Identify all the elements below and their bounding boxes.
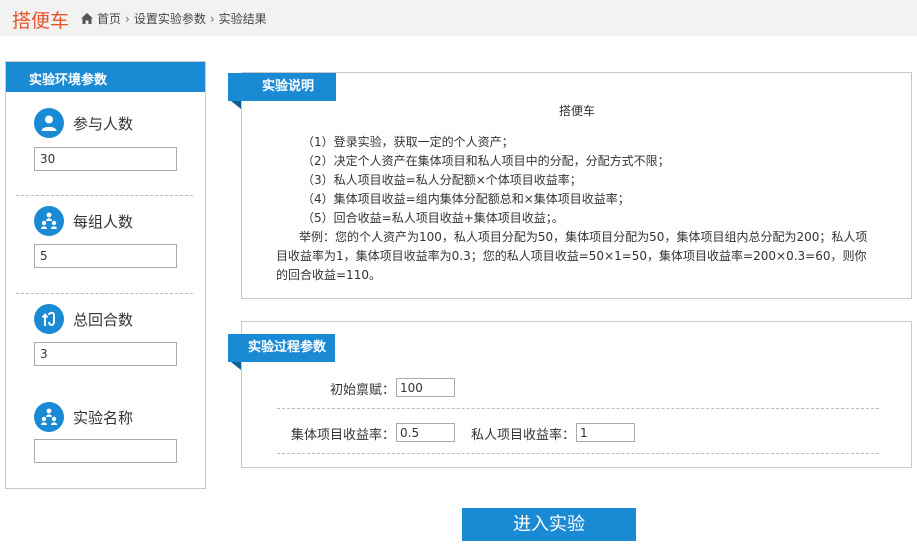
panel-title: 实验环境参数 xyxy=(6,62,205,92)
rule-line: （4）集体项目收益=组内集体分配额总和×集体项目收益率； xyxy=(302,192,630,206)
breadcrumb: 首页 › 设置实验参数 › 实验结果 xyxy=(80,10,267,27)
breadcrumb-home[interactable]: 首页 xyxy=(97,10,121,27)
collective-rate-label: 集体项目收益率： xyxy=(290,428,395,443)
environment-params-panel: 实验环境参数 参与人数 每组人数 总回合数 实验名称 xyxy=(5,61,206,489)
user-icon xyxy=(34,108,64,138)
group-icon xyxy=(34,402,64,432)
description-box: 搭便车 （1）登录实验，获取一定的个人资产； （2）决定个人资产在集体项目和私人… xyxy=(241,72,912,299)
initial-endowment-input[interactable] xyxy=(396,378,455,397)
initial-endowment-label: 初始禀赋： xyxy=(329,383,395,398)
collective-rate-input[interactable] xyxy=(396,423,455,442)
chevron-right-icon: › xyxy=(125,11,130,26)
description-ribbon: 实验说明 xyxy=(228,73,336,101)
divider xyxy=(16,293,193,294)
rule-line: （1）登录实验，获取一定的个人资产； xyxy=(302,135,514,149)
process-ribbon: 实验过程参数 xyxy=(228,334,335,362)
private-rate-label: 私人项目收益率： xyxy=(470,428,575,443)
param-experiment-name: 实验名称 xyxy=(34,402,133,432)
rule-line: （5）回合收益=私人项目收益+集体项目收益；。 xyxy=(302,211,564,225)
param-group-size: 每组人数 xyxy=(34,206,133,236)
experiment-name-input[interactable] xyxy=(34,439,177,463)
rule-line: （3）私人项目收益=私人分配额×个体项目收益率； xyxy=(302,173,582,187)
param-label: 每组人数 xyxy=(73,212,134,231)
brand-title: 搭便车 xyxy=(12,10,70,32)
group-size-input[interactable] xyxy=(34,244,177,268)
param-total-rounds: 总回合数 xyxy=(34,304,133,334)
ribbon-fold xyxy=(231,101,241,109)
param-label: 总回合数 xyxy=(73,310,134,329)
home-icon xyxy=(81,13,93,24)
total-rounds-input[interactable] xyxy=(34,342,177,366)
description-text: （1）登录实验，获取一定的个人资产； （2）决定个人资产在集体项目和私人项目中的… xyxy=(276,133,878,285)
ribbon-fold xyxy=(231,362,241,370)
participants-input[interactable] xyxy=(34,147,177,171)
divider xyxy=(277,408,879,409)
param-participants: 参与人数 xyxy=(34,108,133,138)
breadcrumb-settings[interactable]: 设置实验参数 xyxy=(134,10,206,27)
chevron-right-icon: › xyxy=(209,11,215,26)
top-bar: 搭便车 首页 › 设置实验参数 › 实验结果 xyxy=(0,0,917,36)
divider xyxy=(16,195,193,196)
rounds-icon xyxy=(34,304,64,334)
param-label: 参与人数 xyxy=(73,114,134,133)
description-title: 搭便车 xyxy=(558,104,595,118)
group-icon xyxy=(34,206,64,236)
param-label: 实验名称 xyxy=(73,408,134,427)
divider xyxy=(277,453,879,454)
rule-line: （2）决定个人资产在集体项目和私人项目中的分配，分配方式不限； xyxy=(302,154,670,168)
enter-experiment-button[interactable]: 进入实验 xyxy=(462,508,636,541)
breadcrumb-results[interactable]: 实验结果 xyxy=(219,10,267,27)
process-params-box: 初始禀赋： 集体项目收益率： 私人项目收益率： xyxy=(241,321,912,468)
example-text: 举例：您的个人资产为100，私人项目分配为50，集体项目分配为50，集体项目组内… xyxy=(276,230,868,282)
private-rate-input[interactable] xyxy=(576,423,635,442)
